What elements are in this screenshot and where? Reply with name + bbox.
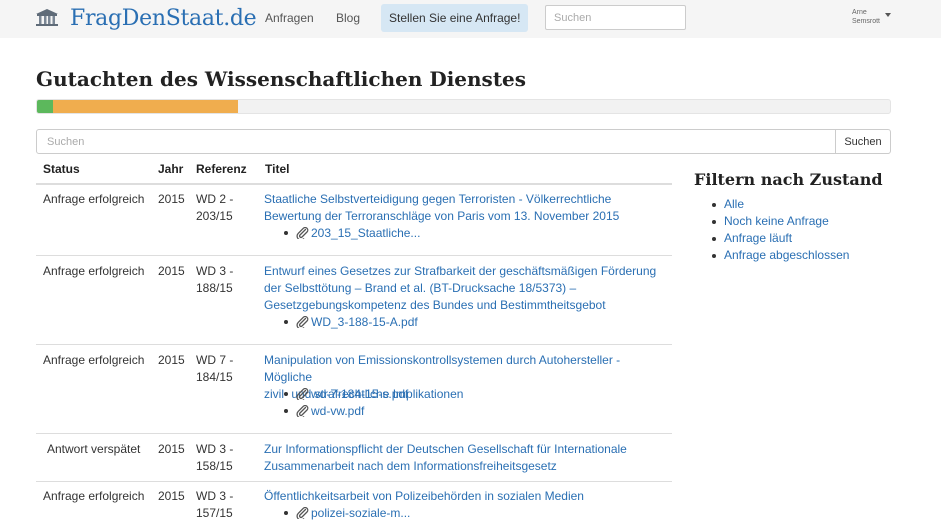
page-title: Gutachten des Wissenschaftlichen Dienste… (36, 67, 527, 91)
title-line: Zur Informationspflicht der Deutschen Ge… (264, 442, 627, 456)
reference-line: WD 3 - (196, 442, 234, 456)
filter-heading: Filtern nach Zustand (694, 170, 883, 189)
request-title-link[interactable]: Öffentlichkeitsarbeit von Polizeibehörde… (264, 488, 669, 505)
row-divider (36, 255, 672, 256)
reference-line: 184/15 (196, 370, 233, 384)
attachment-link[interactable]: polizei-soziale-m... (284, 505, 410, 522)
bullet-icon (712, 203, 716, 207)
filter-item-in-progress[interactable]: Anfrage läuft (712, 231, 792, 245)
row-year: 2015 (158, 489, 185, 503)
attachment-filename: 203_15_Staatliche... (311, 226, 421, 240)
title-line: Manipulation von Emissionskontrollsystem… (264, 353, 621, 384)
bullet-icon (284, 510, 288, 515)
search-button[interactable]: Suchen (835, 129, 891, 154)
row-divider (36, 481, 672, 482)
bullet-icon (712, 237, 716, 241)
row-reference: WD 3 - 158/15 (196, 441, 233, 475)
reference-line: 158/15 (196, 459, 233, 473)
paperclip-icon (296, 387, 309, 400)
filter-label: Anfrage abgeschlossen (724, 248, 850, 262)
paperclip-icon (296, 506, 309, 519)
navbar-search-input[interactable] (545, 5, 686, 30)
row-divider (36, 433, 672, 434)
title-line: der Selbsttötung – Brand et al. (BT-Druc… (264, 281, 577, 295)
row-reference: WD 3 - 157/15 (196, 488, 233, 522)
title-line: Staatliche Selbstverteidigung gegen Terr… (264, 192, 612, 206)
row-status: Antwort verspätet (47, 442, 141, 456)
row-year: 2015 (158, 192, 185, 206)
row-status: Anfrage erfolgreich (43, 353, 145, 367)
title-line: Gesetzgebungskompetenz des Bundes und Be… (264, 298, 606, 312)
row-year: 2015 (158, 353, 185, 367)
new-request-button[interactable]: Stellen Sie eine Anfrage! (381, 4, 529, 32)
reference-line: WD 2 - (196, 192, 234, 206)
attachment-filename: wd-vw.pdf (311, 404, 365, 418)
nav-link-anfragen[interactable]: Anfragen (265, 11, 314, 25)
user-last-name: Semsrott (852, 18, 881, 25)
building-logo-icon[interactable] (36, 9, 58, 26)
row-year: 2015 (158, 442, 185, 456)
paperclip-icon (296, 315, 309, 328)
bullet-icon (284, 319, 288, 324)
filter-label: Noch keine Anfrage (724, 214, 829, 228)
search-input[interactable] (36, 129, 836, 154)
row-reference: WD 7 - 184/15 (196, 352, 233, 386)
bullet-icon (284, 391, 288, 396)
nav-link-blog[interactable]: Blog (336, 11, 360, 25)
title-line: Entwurf eines Gesetzes zur Strafbarkeit … (264, 264, 657, 278)
bullet-icon (284, 230, 288, 235)
bullet-icon (712, 220, 716, 224)
row-status: Anfrage erfolgreich (43, 489, 145, 503)
filter-item-no-request[interactable]: Noch keine Anfrage (712, 214, 829, 228)
title-line: Öffentlichkeitsarbeit von Polizeibehörde… (264, 489, 584, 503)
reference-line: WD 3 - (196, 264, 234, 278)
title-line: Zusammenarbeit nach dem Informationsfrei… (264, 459, 557, 473)
bullet-icon (284, 408, 288, 413)
row-reference: WD 2 - 203/15 (196, 191, 233, 225)
filter-item-completed[interactable]: Anfrage abgeschlossen (712, 248, 849, 262)
user-first-name: Arne (852, 9, 867, 16)
row-year: 2015 (158, 264, 185, 278)
navbar: FragDenStaat.de Anfragen Blog Stellen Si… (0, 0, 941, 38)
progress-segment-success (37, 100, 54, 113)
column-header-status: Status (43, 162, 80, 176)
row-status: Anfrage erfolgreich (43, 192, 145, 206)
attachment-link[interactable]: wd-7-184-15-s.pdf (284, 386, 408, 403)
column-header-reference: Referenz (196, 162, 247, 176)
attachment-filename: WD_3-188-15-A.pdf (311, 315, 418, 329)
caret-down-icon[interactable] (885, 13, 891, 17)
row-reference: WD 3 - 188/15 (196, 263, 233, 297)
reference-line: 203/15 (196, 209, 233, 223)
status-progress-bar (36, 99, 891, 114)
attachment-link[interactable]: 203_15_Staatliche... (284, 225, 420, 242)
reference-line: WD 3 - (196, 489, 234, 503)
bullet-icon (712, 254, 716, 258)
reference-line: 157/15 (196, 506, 233, 520)
column-header-title: Titel (265, 162, 290, 176)
attachment-filename: wd-7-184-15-s.pdf (311, 387, 409, 401)
request-title-link[interactable]: Zur Informationspflicht der Deutschen Ge… (264, 441, 669, 475)
column-header-year: Jahr (158, 162, 184, 176)
reference-line: WD 7 - (196, 353, 234, 367)
paperclip-icon (296, 226, 309, 239)
attachment-link[interactable]: wd-vw.pdf (284, 403, 364, 420)
filter-label: Anfrage läuft (724, 231, 793, 245)
progress-segment-pending (53, 100, 239, 113)
user-menu[interactable]: Arne Semsrott (852, 8, 880, 26)
request-title-link[interactable]: Entwurf eines Gesetzes zur Strafbarkeit … (264, 263, 669, 314)
reference-line: 188/15 (196, 281, 233, 295)
row-divider (36, 344, 672, 345)
paperclip-icon (296, 404, 309, 417)
attachment-filename: polizei-soziale-m... (311, 506, 411, 520)
request-title-link[interactable]: Staatliche Selbstverteidigung gegen Terr… (264, 191, 669, 225)
attachment-link[interactable]: WD_3-188-15-A.pdf (284, 314, 418, 331)
brand-link[interactable]: FragDenStaat.de (70, 6, 257, 31)
table-header-divider (36, 183, 672, 185)
filter-label: Alle (724, 197, 745, 211)
title-line: Bewertung der Terroranschläge von Paris … (264, 209, 620, 223)
row-status: Anfrage erfolgreich (43, 264, 145, 278)
filter-item-all[interactable]: Alle (712, 197, 744, 211)
